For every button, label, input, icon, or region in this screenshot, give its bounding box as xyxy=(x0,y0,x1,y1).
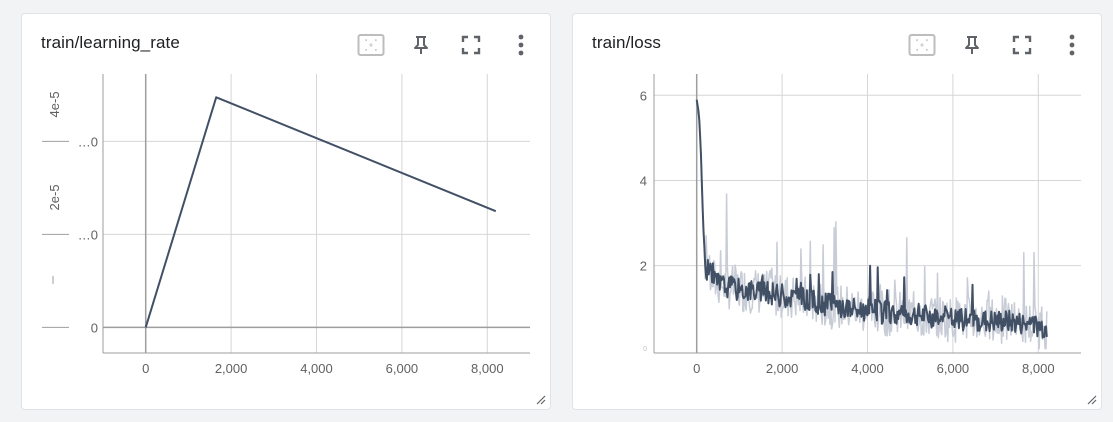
resize-handle-icon[interactable] xyxy=(534,393,546,405)
y-tick-label: 6 xyxy=(640,88,647,103)
y-tick-truncated: …0 xyxy=(78,134,98,149)
x-tick-label: 0 xyxy=(142,361,149,376)
x-tick-label: 2,000 xyxy=(766,361,799,376)
x-tick-label: 6,000 xyxy=(937,361,970,376)
x-tick-label: 0 xyxy=(693,361,700,376)
y-tick-label: 0 xyxy=(643,346,647,353)
y-tick-truncated: …0 xyxy=(78,227,98,242)
y-tick-label: 0 xyxy=(91,320,98,335)
y-tick-label: 2e-5 xyxy=(47,184,62,210)
x-tick-label: 2,000 xyxy=(215,361,248,376)
chart-card-learning-rate: train/learning_rate 0 2,000 4,000 6,000 … xyxy=(21,13,551,410)
x-tick-label: 4,000 xyxy=(300,361,333,376)
y-tick-label: 4 xyxy=(640,173,647,188)
y-tick-label: 2 xyxy=(640,259,647,274)
x-tick-label: 8,000 xyxy=(1022,361,1055,376)
x-tick-label: 6,000 xyxy=(386,361,419,376)
series-line xyxy=(144,96,497,328)
learning-rate-chart[interactable]: 0 2,000 4,000 6,000 8,000 0 2e-5 4e-5 …0 …0 xyxy=(22,14,550,409)
x-tick-label: 8,000 xyxy=(471,361,504,376)
x-tick-label: 4,000 xyxy=(851,361,884,376)
y-tick-label: 4e-5 xyxy=(47,91,62,117)
loss-chart[interactable]: 0 2,000 4,000 6,000 8,000 0 2 4 6 xyxy=(573,14,1101,409)
chart-card-loss: train/loss 0 2,000 4,000 6,000 8,000 0 2… xyxy=(572,13,1102,410)
resize-handle-icon[interactable] xyxy=(1085,393,1097,405)
